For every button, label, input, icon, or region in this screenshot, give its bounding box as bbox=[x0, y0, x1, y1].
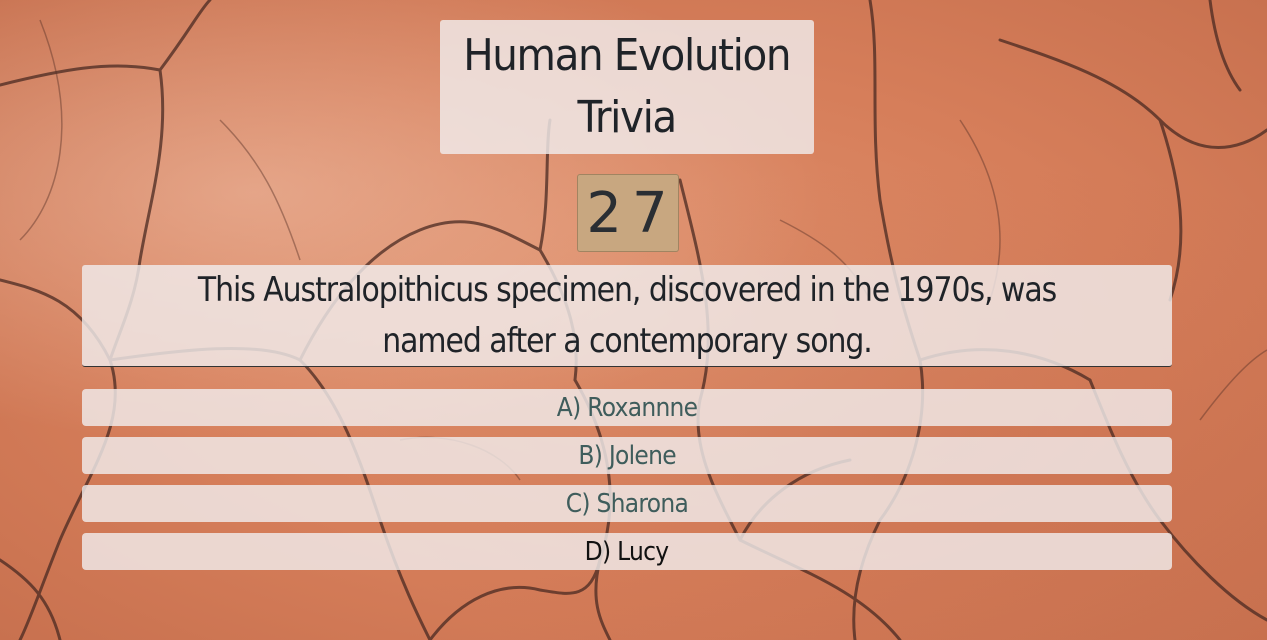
game-title: Human Evolution Trivia bbox=[463, 25, 792, 149]
game-title-line-2: Trivia bbox=[577, 92, 678, 143]
answer-option-c[interactable]: C) Sharona bbox=[82, 485, 1172, 522]
question-panel: This Australopithicus specimen, discover… bbox=[82, 265, 1172, 367]
answer-label: D) Lucy bbox=[585, 536, 669, 567]
question-text: This Australopithicus specimen, discover… bbox=[197, 269, 1057, 361]
answer-label: C) Sharona bbox=[565, 488, 689, 519]
answer-option-b[interactable]: B) Jolene bbox=[82, 437, 1172, 474]
answer-option-a[interactable]: A) Roxannne bbox=[82, 389, 1172, 426]
countdown-timer: 27 bbox=[577, 174, 679, 252]
answer-option-d[interactable]: D) Lucy bbox=[82, 533, 1172, 570]
game-title-panel: Human Evolution Trivia bbox=[440, 20, 814, 154]
timer-value: 27 bbox=[586, 180, 678, 246]
answer-label: B) Jolene bbox=[578, 440, 676, 471]
answer-label: A) Roxannne bbox=[556, 392, 698, 423]
game-title-line-1: Human Evolution bbox=[463, 30, 792, 81]
